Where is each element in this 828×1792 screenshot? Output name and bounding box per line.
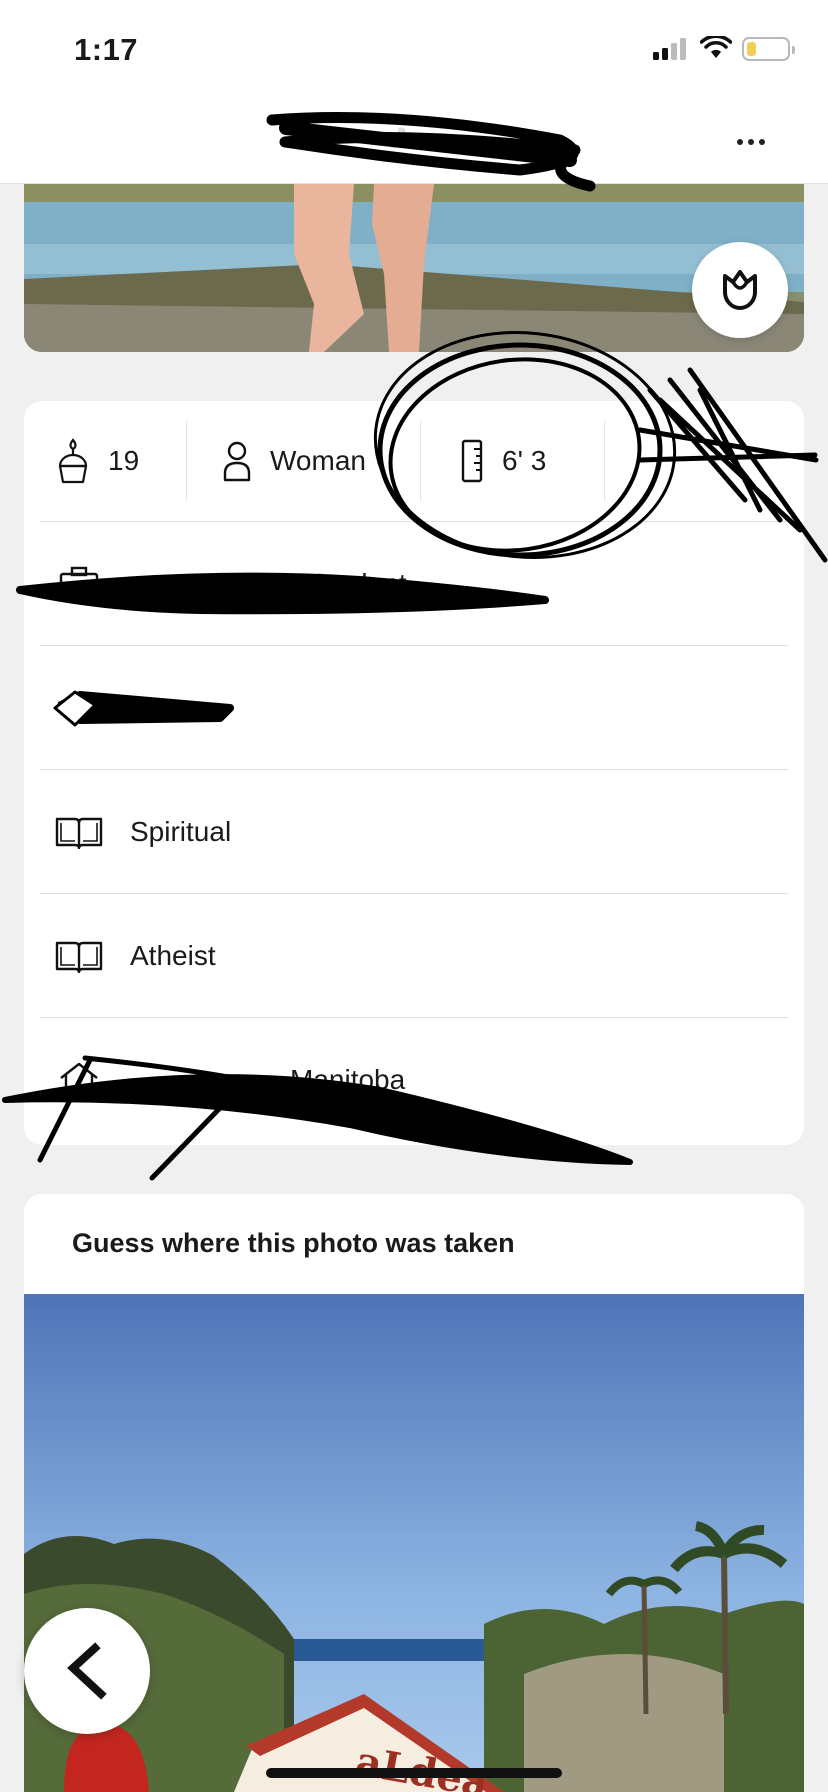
ruler-icon (460, 439, 484, 483)
prompt-photo[interactable]: aLdea (24, 1294, 804, 1792)
profile-name: A... (390, 122, 438, 155)
home-indicator[interactable] (266, 1768, 562, 1778)
graduation-cap-icon (52, 691, 106, 725)
vital-divider (420, 421, 421, 501)
send-rose-button[interactable] (692, 242, 788, 338)
book-icon (52, 939, 106, 973)
birthday-cake-icon (56, 438, 90, 484)
info-row-job: Student (40, 521, 788, 645)
vital-height: 6' 3 (460, 421, 546, 501)
info-row-beliefs: Atheist (40, 893, 788, 1017)
height-value: 6' 3 (502, 445, 547, 476)
age-value: 19 (108, 445, 140, 476)
book-icon (52, 815, 106, 849)
religion-text: Spiritual (130, 815, 232, 847)
job-text: Student (310, 567, 407, 599)
vital-divider (604, 421, 605, 501)
hometown-text: Manitoba (290, 1063, 406, 1095)
vital-gender: Woman (222, 421, 366, 501)
more-dot-icon (748, 139, 754, 145)
prompt-photo-image: aLdea (24, 1294, 804, 1792)
profile-photo[interactable] (24, 184, 804, 352)
vitals-row: 19 Woman 6' 3 (24, 401, 804, 521)
back-arrow-icon (67, 1642, 107, 1700)
person-icon (222, 440, 252, 482)
gender-value: Woman (270, 445, 366, 476)
rose-icon (723, 270, 757, 310)
profile-photo-image (24, 184, 804, 352)
info-row-religion: Spiritual (40, 769, 788, 893)
vital-age: 19 (56, 421, 139, 501)
signal-strength-icon (653, 38, 689, 60)
profile-header: A... (0, 96, 828, 184)
more-options-button[interactable] (726, 120, 776, 164)
back-button[interactable] (24, 1608, 150, 1734)
status-bar: 1:17 (0, 0, 828, 96)
profile-info-card: 19 Woman 6' 3 Student Spiritual Atheist … (24, 401, 804, 1145)
prompt-title: Guess where this photo was taken (72, 1228, 515, 1258)
wifi-icon (700, 36, 732, 58)
more-dot-icon (759, 139, 765, 145)
vital-divider (186, 421, 187, 501)
info-row-hometown: Manitoba (40, 1017, 788, 1141)
briefcase-icon (52, 566, 106, 602)
more-dot-icon (737, 139, 743, 145)
info-row-education (40, 645, 788, 769)
beliefs-text: Atheist (130, 939, 216, 971)
battery-icon (742, 37, 795, 61)
status-time: 1:17 (74, 32, 139, 67)
home-icon (52, 1062, 106, 1098)
